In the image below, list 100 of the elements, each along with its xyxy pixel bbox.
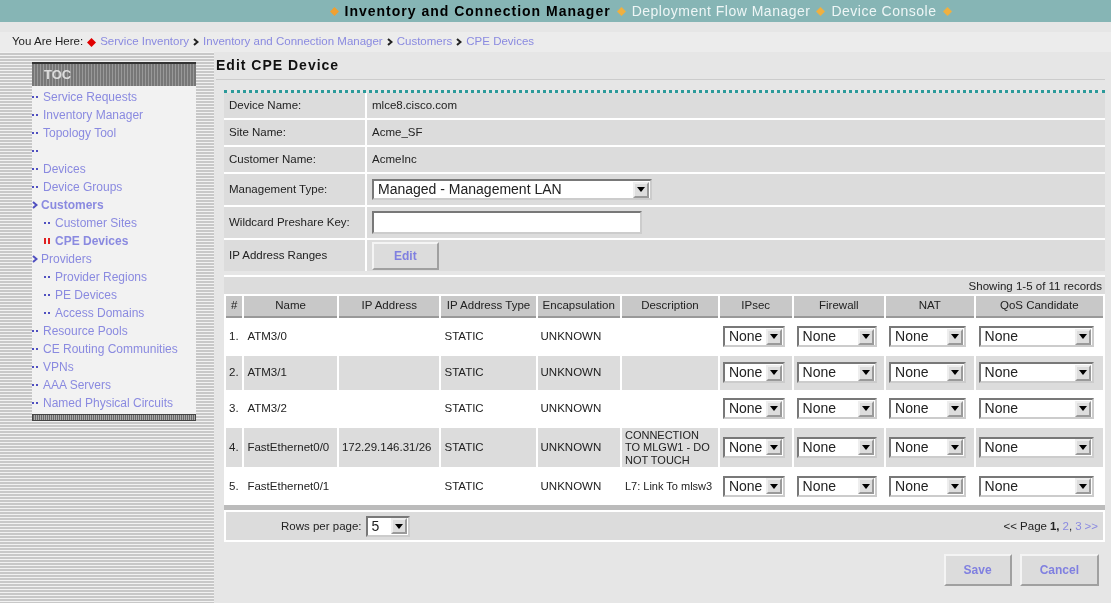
table-cell: UNKNOWN bbox=[540, 365, 602, 378]
column-header: Description bbox=[621, 296, 718, 318]
edit-button[interactable]: Edit bbox=[372, 241, 439, 270]
page-link[interactable]: 3 bbox=[1075, 517, 1082, 536]
bullet-icon bbox=[44, 237, 52, 244]
option-select[interactable]: None bbox=[889, 398, 967, 419]
column-header: Firewall bbox=[793, 296, 885, 318]
field-label: Wildcard Preshare Key: bbox=[229, 214, 350, 230]
option-select[interactable]: None bbox=[796, 436, 877, 458]
page-title: Edit CPE Device bbox=[216, 52, 1105, 80]
option-select[interactable]: None bbox=[796, 362, 877, 383]
column-header: IP Address bbox=[338, 296, 440, 318]
toc-link[interactable]: CE Routing Communities bbox=[43, 339, 178, 358]
option-select[interactable]: None bbox=[978, 362, 1094, 383]
toc-link[interactable]: PE Devices bbox=[55, 285, 118, 304]
breadcrumb-label: You Are Here: bbox=[12, 34, 84, 50]
table-cell: STATIC bbox=[444, 479, 484, 492]
table-cell: UNKNOWN bbox=[540, 440, 602, 453]
rows-per-page-select[interactable]: 5 bbox=[365, 515, 410, 537]
option-select[interactable]: None bbox=[796, 398, 877, 419]
breadcrumb-link[interactable]: Service Inventory bbox=[100, 33, 190, 51]
toc-link[interactable]: Named Physical Circuits bbox=[43, 393, 174, 412]
toc-link[interactable]: CPE Devices bbox=[55, 231, 129, 250]
field-label: Device Name: bbox=[229, 97, 302, 113]
toc-link[interactable]: AAA Servers bbox=[43, 375, 112, 394]
breadcrumb-link[interactable]: Inventory and Connection Manager bbox=[203, 33, 383, 51]
toc-link[interactable]: Inventory Manager bbox=[43, 105, 144, 124]
option-select[interactable]: None bbox=[722, 436, 785, 458]
management-type-select[interactable]: Managed - Management LAN bbox=[372, 179, 652, 200]
page-separator: , bbox=[1056, 518, 1060, 534]
bullet-icon bbox=[32, 184, 40, 189]
option-select[interactable]: None bbox=[978, 326, 1094, 347]
toc-link[interactable]: Customers bbox=[41, 195, 104, 214]
bullet-icon bbox=[32, 382, 40, 387]
table-cell: ATM3/0 bbox=[247, 329, 287, 342]
diamond-icon bbox=[329, 6, 339, 16]
toc-link[interactable]: Resource Pools bbox=[43, 321, 128, 340]
field-value: AcmeInc bbox=[372, 151, 417, 167]
record-count: Showing 1-5 of 11 records bbox=[968, 280, 1102, 292]
table-cell: STATIC bbox=[444, 329, 484, 342]
option-select[interactable]: None bbox=[796, 475, 877, 497]
table-cell: 1. bbox=[229, 329, 239, 342]
diamond-icon bbox=[87, 37, 97, 47]
bullet-icon bbox=[32, 94, 40, 99]
option-select[interactable]: None bbox=[722, 475, 785, 497]
option-select[interactable]: None bbox=[889, 436, 967, 458]
toc-link[interactable]: Devices bbox=[43, 159, 86, 178]
field-label: IP Address Ranges bbox=[229, 247, 328, 263]
toc-link[interactable]: Topology Tool bbox=[43, 123, 117, 142]
option-select[interactable]: None bbox=[722, 326, 785, 347]
next-page-link[interactable]: >> bbox=[1084, 517, 1098, 536]
pager-label: << Page bbox=[1003, 518, 1047, 534]
bullet-icon bbox=[32, 166, 40, 171]
menu-tab[interactable]: Device Console bbox=[831, 0, 937, 22]
option-select[interactable]: None bbox=[796, 326, 877, 347]
menu-tab[interactable]: Inventory and Connection Manager bbox=[344, 0, 611, 22]
bullet-icon bbox=[32, 148, 40, 153]
menu-tab[interactable]: Deployment Flow Manager bbox=[631, 0, 811, 22]
field-value: Acme_SF bbox=[372, 124, 423, 140]
option-select[interactable]: None bbox=[978, 398, 1094, 419]
diamond-icon bbox=[942, 6, 952, 16]
column-header: IP Address Type bbox=[441, 296, 536, 318]
toc-link[interactable]: Provider Regions bbox=[55, 267, 148, 286]
input-field[interactable] bbox=[372, 211, 642, 234]
page-separator: , bbox=[1068, 518, 1073, 534]
option-select[interactable]: None bbox=[978, 436, 1094, 458]
table-cell: 3. bbox=[229, 401, 239, 414]
column-header: Name bbox=[244, 296, 337, 318]
table-cell: STATIC bbox=[444, 365, 484, 378]
option-select[interactable]: None bbox=[978, 475, 1094, 497]
toc-link[interactable]: Service Requests bbox=[43, 87, 138, 106]
action-button[interactable]: Cancel bbox=[1019, 554, 1099, 587]
option-select[interactable]: None bbox=[722, 398, 785, 419]
option-select[interactable]: None bbox=[889, 326, 967, 347]
chevron-icon bbox=[456, 38, 463, 46]
toc-link[interactable]: Customer Sites bbox=[55, 213, 138, 232]
breadcrumb-link[interactable]: CPE Devices bbox=[466, 33, 535, 51]
chevron-icon bbox=[386, 38, 393, 46]
column-header: # bbox=[226, 296, 243, 318]
bullet-icon bbox=[32, 364, 40, 369]
table-cell: 172.29.146.31/26 bbox=[341, 440, 432, 453]
toc-link[interactable]: VPNs bbox=[43, 357, 74, 376]
table-cell: 2. bbox=[229, 365, 239, 378]
table-cell: STATIC bbox=[444, 401, 484, 414]
table-cell: 4. bbox=[229, 440, 239, 453]
toc-link[interactable]: Access Domains bbox=[55, 303, 145, 322]
bullet-icon bbox=[32, 346, 40, 351]
toc-link[interactable]: Providers bbox=[41, 249, 92, 268]
column-header: Encapsulation bbox=[537, 296, 620, 318]
page-link[interactable]: 2 bbox=[1062, 517, 1069, 536]
column-header: QoS Candidate bbox=[975, 296, 1103, 318]
option-select[interactable]: None bbox=[889, 475, 967, 497]
field-value: mlce8.cisco.com bbox=[372, 97, 457, 113]
toc-link[interactable]: Device Groups bbox=[43, 177, 123, 196]
bullet-icon bbox=[44, 310, 52, 315]
table-cell: FastEthernet0/1 bbox=[247, 479, 330, 492]
breadcrumb-link[interactable]: Customers bbox=[396, 33, 453, 51]
action-button[interactable]: Save bbox=[943, 554, 1012, 587]
option-select[interactable]: None bbox=[889, 362, 967, 383]
option-select[interactable]: None bbox=[722, 362, 785, 383]
